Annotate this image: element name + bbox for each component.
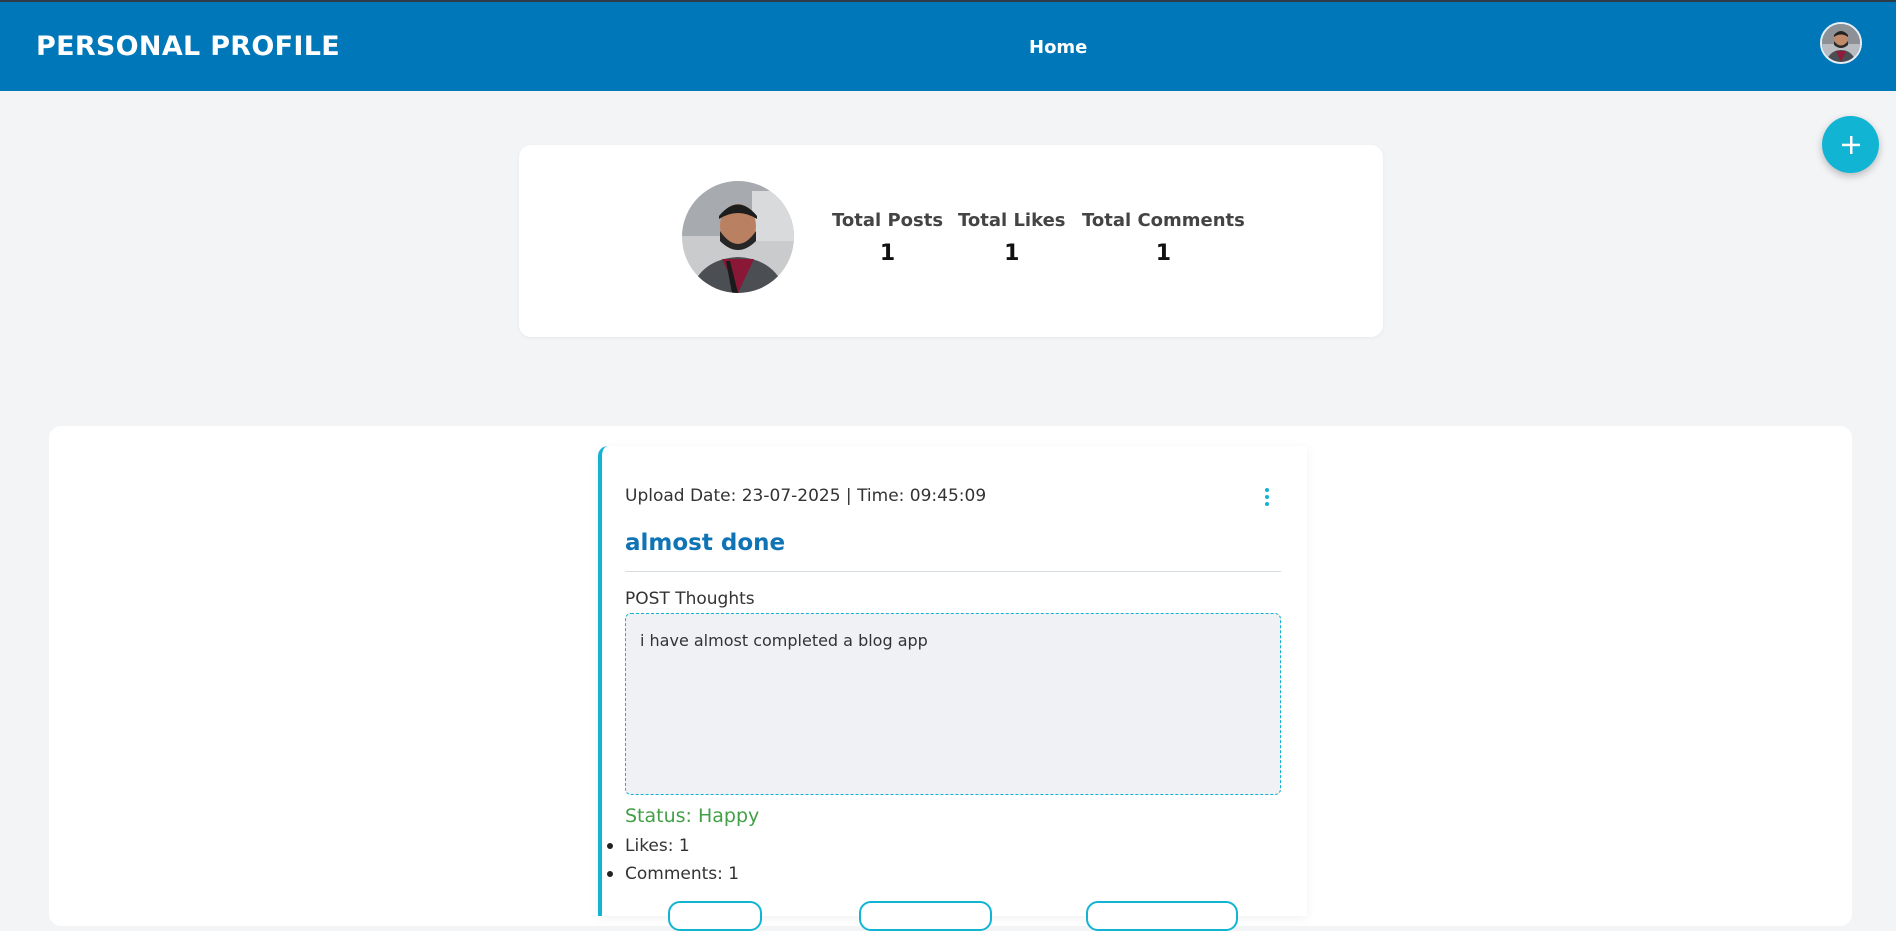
nav-home-link[interactable]: Home: [1029, 37, 1087, 58]
stat-value: 1: [1004, 241, 1020, 266]
post-counts-list: Likes: 1 Comments: 1: [606, 835, 739, 891]
post-thoughts-text: i have almost completed a blog app: [640, 631, 928, 650]
stat-value: 1: [879, 241, 896, 266]
add-post-button[interactable]: [1822, 116, 1879, 173]
post-action-button-2[interactable]: [859, 901, 992, 931]
stat-total-comments: Total Comments 1: [1082, 210, 1245, 266]
user-avatar-icon[interactable]: [1820, 22, 1862, 64]
plus-icon: [1841, 135, 1860, 154]
post-status: Status: Happy: [625, 805, 760, 827]
stat-label: Total Comments: [1082, 210, 1245, 231]
kebab-menu-icon[interactable]: [1262, 486, 1272, 508]
divider: [625, 571, 1281, 572]
post-title: almost done: [625, 530, 786, 556]
post-action-button-1[interactable]: [668, 901, 762, 931]
stat-total-likes: Total Likes 1: [958, 210, 1066, 266]
top-navbar: PERSONAL PROFILE Home: [0, 0, 1896, 91]
stat-value: 1: [1155, 241, 1172, 266]
stat-total-posts: Total Posts 1: [832, 210, 943, 266]
stat-label: Total Posts: [832, 210, 944, 231]
post-thoughts-label: POST Thoughts: [625, 589, 755, 609]
post-likes-count: Likes: 1: [606, 835, 739, 863]
profile-avatar: [682, 181, 794, 293]
stat-label: Total Likes: [958, 210, 1066, 231]
post-action-button-3[interactable]: [1086, 901, 1238, 931]
post-upload-meta: Upload Date: 23-07-2025 | Time: 09:45:09: [625, 486, 987, 506]
profile-stats-card: Total Posts 1 Total Likes 1 Total Commen…: [519, 145, 1383, 337]
post-thoughts-box: i have almost completed a blog app: [625, 613, 1281, 795]
post-card: Upload Date: 23-07-2025 | Time: 09:45:09…: [598, 446, 1307, 931]
brand-title: PERSONAL PROFILE: [36, 31, 340, 62]
post-comments-count: Comments: 1: [606, 863, 739, 891]
